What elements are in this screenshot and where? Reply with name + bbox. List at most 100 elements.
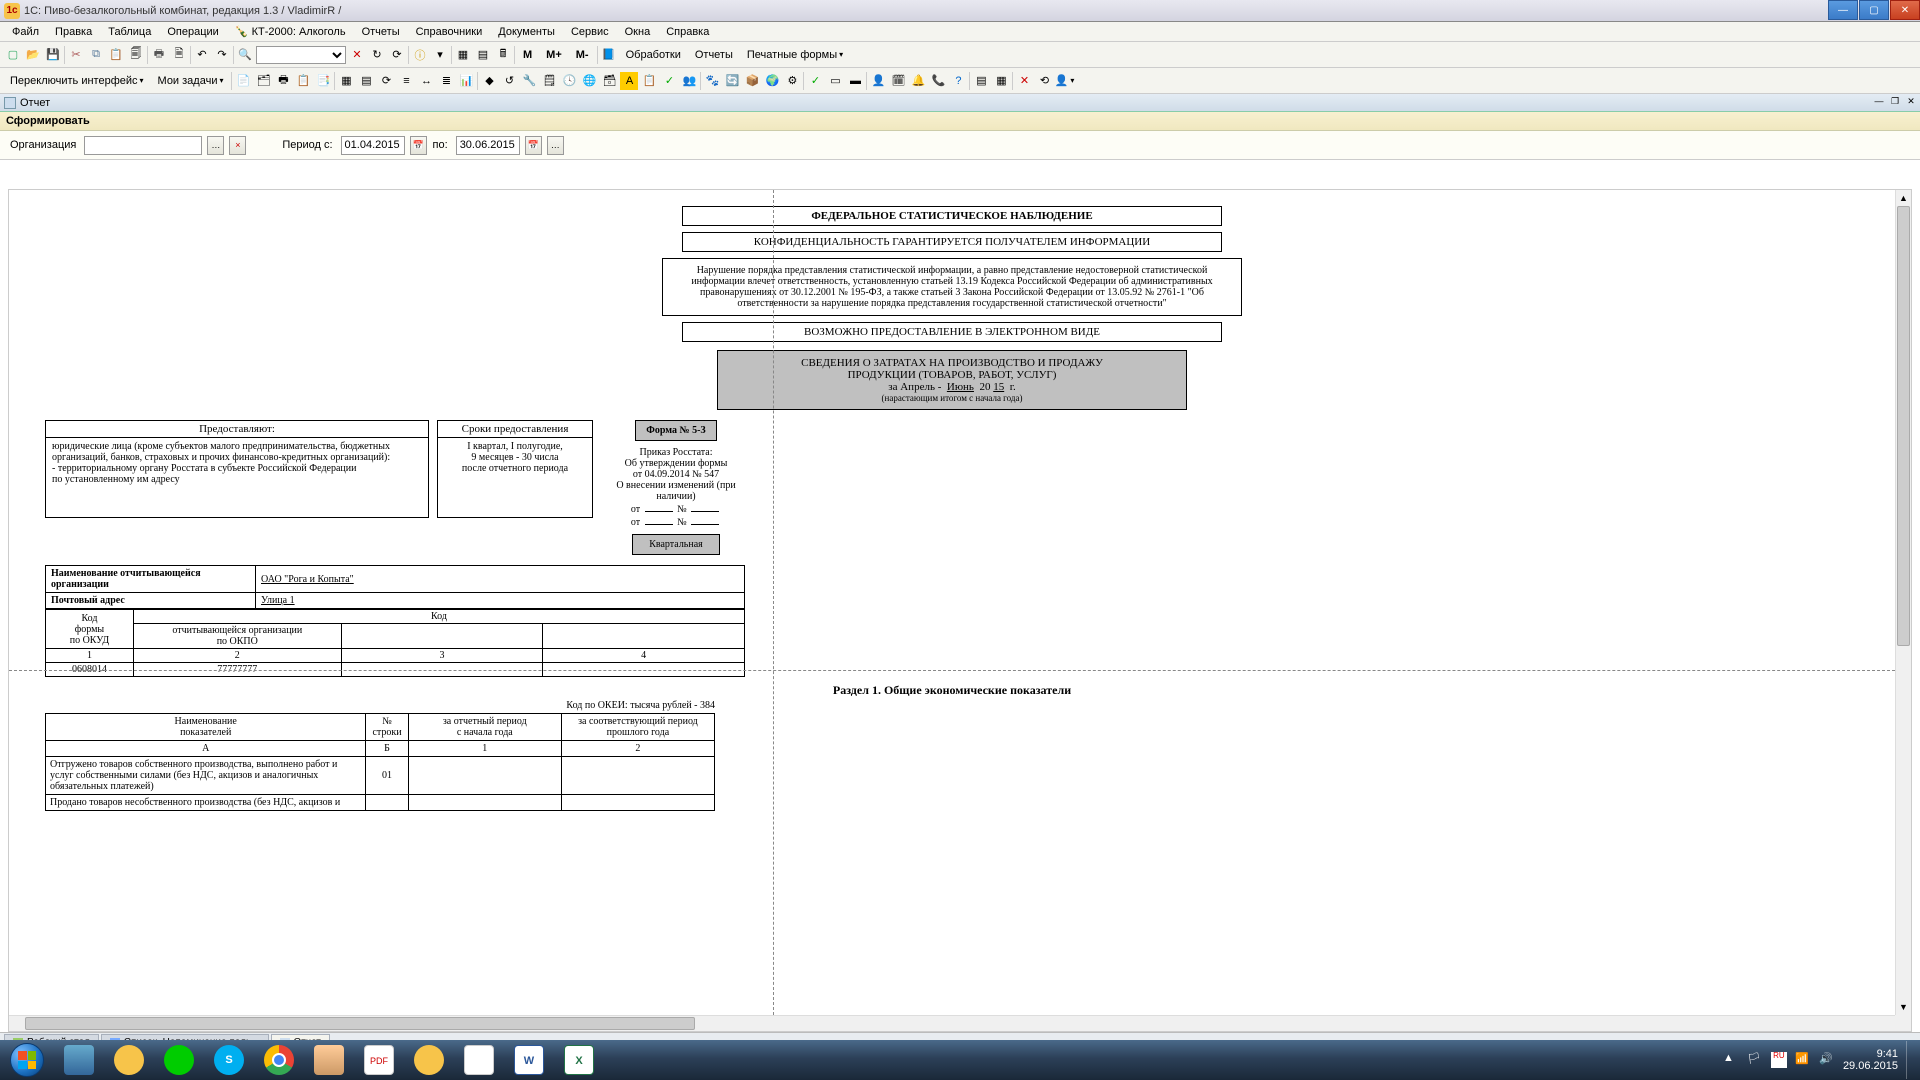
taskbar-app[interactable] xyxy=(155,1041,203,1079)
scrollbar-horizontal[interactable] xyxy=(9,1015,1895,1031)
action-icon[interactable]: ↺ xyxy=(500,72,518,90)
taskbar-explorer[interactable] xyxy=(305,1041,353,1079)
org-select-button[interactable]: … xyxy=(207,136,224,155)
m-button[interactable]: M xyxy=(517,46,538,64)
action-icon[interactable]: ↔ xyxy=(417,72,435,90)
menu-documents[interactable]: Документы xyxy=(490,24,563,40)
action-icon[interactable]: ≡ xyxy=(397,72,415,90)
menu-operations[interactable]: Операции xyxy=(159,24,226,40)
zoom-combo[interactable] xyxy=(256,46,346,64)
action-icon[interactable]: ▤ xyxy=(357,72,375,90)
dropdown-icon[interactable]: ▾ xyxy=(431,46,449,64)
refresh-icon[interactable]: ↻ xyxy=(368,46,386,64)
taskbar-excel[interactable]: X xyxy=(555,1041,603,1079)
tray-show-hidden-icon[interactable]: ▲ xyxy=(1723,1052,1739,1068)
help-icon[interactable]: ? xyxy=(949,72,967,90)
user-dd-icon[interactable]: 👤▾ xyxy=(1055,72,1073,90)
action-icon[interactable]: ⚙ xyxy=(783,72,801,90)
action-icon[interactable]: 🔄 xyxy=(723,72,741,90)
toolbar-icon[interactable]: 🗐 xyxy=(127,46,145,64)
scrollbar-vertical[interactable]: ▲ ▼ xyxy=(1895,190,1911,1015)
action-icon[interactable]: 📦 xyxy=(743,72,761,90)
org-field[interactable] xyxy=(84,136,202,155)
taskbar-chrome[interactable] xyxy=(255,1041,303,1079)
tray-lang-icon[interactable]: RU xyxy=(1771,1052,1787,1068)
cut-icon[interactable]: ✂ xyxy=(67,46,85,64)
scroll-up-icon[interactable]: ▲ xyxy=(1896,190,1911,206)
action-icon[interactable]: 📄 xyxy=(234,72,252,90)
find-icon[interactable]: 🔍 xyxy=(236,46,254,64)
mplus-button[interactable]: M+ xyxy=(540,46,568,64)
action-icon[interactable]: 🗂 xyxy=(254,72,272,90)
action-icon[interactable]: 🕓 xyxy=(560,72,578,90)
print-icon[interactable]: 🖶 xyxy=(150,46,168,64)
action-icon[interactable]: 📑 xyxy=(314,72,332,90)
reports-button[interactable]: Отчеты xyxy=(689,46,739,64)
action-icon[interactable]: ✓ xyxy=(806,72,824,90)
date-to-field[interactable]: 30.06.2015 xyxy=(456,136,520,155)
action-icon[interactable]: 🔔 xyxy=(909,72,927,90)
action-icon[interactable]: ✓ xyxy=(660,72,678,90)
save-icon[interactable]: 💾 xyxy=(44,46,62,64)
close-button[interactable]: ✕ xyxy=(1890,0,1920,20)
action-icon[interactable]: ▭ xyxy=(826,72,844,90)
action-icon[interactable]: 📞 xyxy=(929,72,947,90)
taskbar-app[interactable] xyxy=(55,1041,103,1079)
action-icon[interactable]: 🗒 xyxy=(540,72,558,90)
action-icon[interactable]: 📋 xyxy=(640,72,658,90)
taskbar-skype[interactable]: S xyxy=(205,1041,253,1079)
show-desktop-button[interactable] xyxy=(1906,1041,1914,1079)
minimize-button[interactable]: — xyxy=(1828,0,1858,20)
mminus-button[interactable]: M- xyxy=(570,46,595,64)
date-from-field[interactable]: 01.04.2015 xyxy=(341,136,405,155)
printforms-button[interactable]: Печатные формы▾ xyxy=(741,46,849,64)
taskbar-app[interactable] xyxy=(455,1041,503,1079)
open-icon[interactable]: 📂 xyxy=(24,46,42,64)
tray-flag-icon[interactable]: 🏳 xyxy=(1747,1052,1763,1068)
action-icon[interactable]: 🔧 xyxy=(520,72,538,90)
processing-button[interactable]: Обработки xyxy=(620,46,687,64)
maximize-button[interactable]: ▢ xyxy=(1859,0,1889,20)
action-icon[interactable]: ▤ xyxy=(972,72,990,90)
menu-service[interactable]: Сервис xyxy=(563,24,617,40)
tray-volume-icon[interactable]: 🔊 xyxy=(1819,1052,1835,1068)
mdi-restore[interactable]: ❐ xyxy=(1888,96,1902,108)
book-icon[interactable]: 📘 xyxy=(600,46,618,64)
action-icon[interactable]: 👤 xyxy=(869,72,887,90)
action-icon[interactable]: ⟳ xyxy=(377,72,395,90)
menu-table[interactable]: Таблица xyxy=(100,24,159,40)
action-icon[interactable]: ▬ xyxy=(846,72,864,90)
tray-network-icon[interactable]: 📶 xyxy=(1795,1052,1811,1068)
mdi-minimize[interactable]: — xyxy=(1872,96,1886,108)
delete-icon[interactable]: ✕ xyxy=(1015,72,1033,90)
taskbar-pdf[interactable]: PDF xyxy=(355,1041,403,1079)
action-icon[interactable]: ◆ xyxy=(480,72,498,90)
scroll-down-icon[interactable]: ▼ xyxy=(1896,999,1911,1015)
tray-clock[interactable]: 9:41 29.06.2015 xyxy=(1843,1048,1898,1072)
menu-kt2000[interactable]: 🍾 КТ-2000: Алкоголь xyxy=(227,23,354,40)
menu-windows[interactable]: Окна xyxy=(617,24,659,40)
menu-edit[interactable]: Правка xyxy=(47,24,100,40)
action-icon[interactable]: 🗃 xyxy=(600,72,618,90)
action-icon[interactable]: A xyxy=(620,72,638,90)
action-icon[interactable]: ≣ xyxy=(437,72,455,90)
scroll-thumb-h[interactable] xyxy=(25,1017,695,1030)
mdi-close[interactable]: ✕ xyxy=(1904,96,1918,108)
action-icon[interactable]: ▦ xyxy=(337,72,355,90)
date-to-cal-button[interactable]: 📅 xyxy=(525,136,542,155)
action-icon[interactable]: 🖶 xyxy=(274,72,292,90)
taskbar-app[interactable] xyxy=(105,1041,153,1079)
paste-icon[interactable]: 📋 xyxy=(107,46,125,64)
action-icon[interactable]: 🌍 xyxy=(763,72,781,90)
start-button[interactable] xyxy=(0,1040,54,1080)
action-icon[interactable]: 📋 xyxy=(294,72,312,90)
table2-icon[interactable]: ▤ xyxy=(474,46,492,64)
taskbar-1c[interactable] xyxy=(405,1041,453,1079)
menu-references[interactable]: Справочники xyxy=(408,24,491,40)
switch-ui-button[interactable]: Переключить интерфейс▾ xyxy=(4,72,150,90)
mytasks-button[interactable]: Мои задачи▾ xyxy=(152,72,230,90)
action-icon[interactable]: ▦ xyxy=(992,72,1010,90)
action-icon[interactable]: 👥 xyxy=(680,72,698,90)
action-icon[interactable]: 🌐 xyxy=(580,72,598,90)
period-select-button[interactable]: … xyxy=(547,136,564,155)
